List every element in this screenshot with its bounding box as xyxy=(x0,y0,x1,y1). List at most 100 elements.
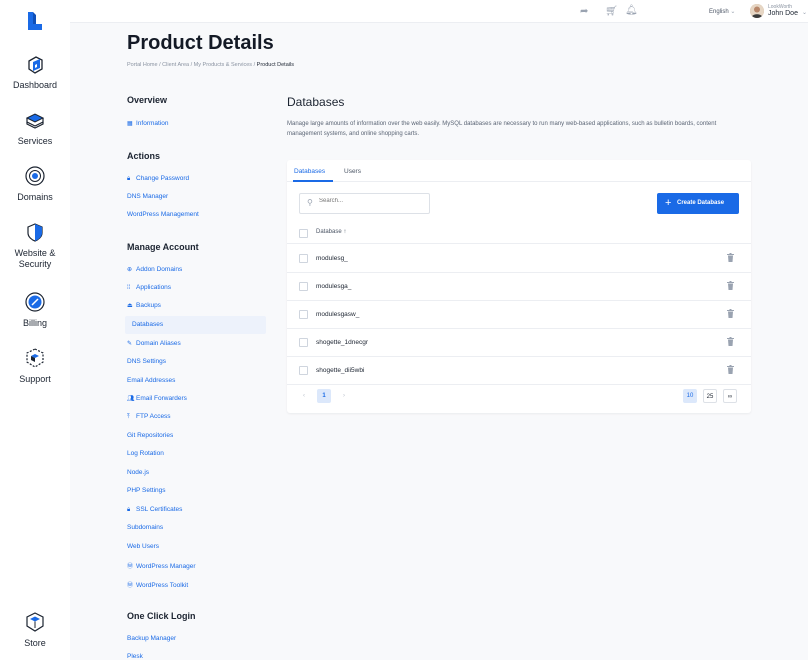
link-dns-settings[interactable]: DNS Settings xyxy=(127,358,166,365)
wordpress-icon: Ⓦ xyxy=(127,564,134,570)
link-domain-aliases[interactable]: ✎ Domain Aliases xyxy=(127,340,181,347)
trash-icon[interactable] xyxy=(727,281,734,290)
link-change-password[interactable]: 🔒︎ Change Password xyxy=(127,175,189,183)
page-size-all[interactable]: ∞ xyxy=(723,389,737,403)
link-wordpress-manager[interactable]: Ⓦ WordPress Manager xyxy=(127,561,196,570)
breadcrumb-client-area[interactable]: Client Area xyxy=(162,62,189,68)
nav-dashboard[interactable]: Dashboard xyxy=(0,53,70,91)
page-size-25[interactable]: 25 xyxy=(703,389,717,403)
nav-store[interactable]: Store xyxy=(0,611,70,649)
prev-page-button[interactable]: ‹ xyxy=(297,389,311,403)
link-email-forwarders[interactable]: 👥︎Email Forwarders xyxy=(127,395,187,402)
row-checkbox[interactable] xyxy=(299,366,308,375)
nav-services[interactable]: Services xyxy=(0,109,70,147)
database-name: modulesg_ xyxy=(316,255,348,262)
actions-title: Actions xyxy=(127,151,161,161)
trash-icon[interactable] xyxy=(727,365,734,374)
link-backup-manager[interactable]: Backup Manager xyxy=(127,635,176,642)
breadcrumb-portal-home[interactable]: Portal Home xyxy=(127,62,158,68)
database-name: shogette_dii5wbi xyxy=(316,367,365,374)
link-information[interactable]: ▦ Information xyxy=(127,120,169,127)
topbar: ➦ 🛒︎ 🔔︎ English ⌄ LookWorth John Doe ⌄ xyxy=(70,0,808,23)
link-wordpress-toolkit[interactable]: Ⓦ WordPress Toolkit xyxy=(127,580,188,589)
nav-domains[interactable]: Domains xyxy=(0,165,70,203)
lock-icon: 🔒︎ xyxy=(127,176,131,182)
database-name: shogette_1dnecgr xyxy=(316,339,369,346)
databases-section: Databases Manage large amounts of inform… xyxy=(287,95,751,413)
notification-bell-icon[interactable]: 🔔︎ xyxy=(625,5,638,16)
services-icon xyxy=(25,113,45,129)
select-all-checkbox[interactable] xyxy=(299,229,308,238)
databases-card: Databases Users ⚲ + Create Database Data… xyxy=(287,160,751,413)
support-icon xyxy=(26,348,44,368)
trash-icon[interactable] xyxy=(727,253,734,262)
link-ssl-certificates[interactable]: 🔒︎ SSL Certificates xyxy=(127,506,182,514)
upload-icon: ⤒ xyxy=(127,414,130,420)
page-size-10[interactable]: 10 xyxy=(683,389,697,403)
search-box[interactable]: ⚲ xyxy=(299,193,430,214)
breadcrumb-products-services[interactable]: My Products & Services xyxy=(194,62,252,68)
user-name[interactable]: John Doe xyxy=(768,10,798,17)
trash-icon[interactable] xyxy=(727,337,734,346)
overview-title: Overview xyxy=(127,95,168,105)
link-git-repositories[interactable]: Git Repositories xyxy=(127,432,173,439)
share-icon[interactable]: ➦ xyxy=(580,6,588,17)
link-email-addresses[interactable]: Email Addresses xyxy=(127,377,175,384)
user-avatar-icon xyxy=(750,4,764,18)
row-checkbox[interactable] xyxy=(299,338,308,347)
link-databases[interactable]: Databases xyxy=(125,316,266,334)
page-title: Product Details xyxy=(127,32,274,54)
nav-support[interactable]: Support xyxy=(0,347,70,385)
trash-icon[interactable] xyxy=(727,309,734,318)
nav-website-security[interactable]: Website & Security xyxy=(0,221,70,270)
store-icon xyxy=(26,612,44,632)
language-label: English xyxy=(709,9,729,15)
website-security-icon xyxy=(27,223,43,242)
page-1-button[interactable]: 1 xyxy=(317,389,331,403)
pagination: ‹ 1 › 10 25 ∞ xyxy=(287,385,751,407)
link-subdomains[interactable]: Subdomains xyxy=(127,524,163,531)
language-selector[interactable]: English ⌄ xyxy=(709,8,735,15)
manage-account-title: Manage Account xyxy=(127,242,199,252)
tab-databases[interactable]: Databases xyxy=(294,168,325,175)
user-menu-chevron-icon[interactable]: ⌄ xyxy=(802,9,807,16)
row-checkbox[interactable] xyxy=(299,282,308,291)
cart-icon[interactable]: 🛒︎ xyxy=(605,6,618,17)
link-nodejs[interactable]: Node.js xyxy=(127,469,149,476)
create-database-button[interactable]: + Create Database xyxy=(657,193,739,214)
link-php-settings[interactable]: PHP Settings xyxy=(127,487,166,494)
link-ftp-access[interactable]: ⤒ FTP Access xyxy=(127,413,171,421)
link-plesk[interactable]: Plesk xyxy=(127,653,143,660)
nav-website-security-label-2: Security xyxy=(18,259,52,269)
next-page-button[interactable]: › xyxy=(337,389,351,403)
nav-billing[interactable]: Billing xyxy=(0,291,70,329)
link-wordpress-manager-label: WordPress Manager xyxy=(136,563,196,570)
link-addon-domains[interactable]: ⊕ Addon Domains xyxy=(127,266,182,273)
nav-billing-label: Billing xyxy=(22,318,47,328)
link-email-forwarders-label: Email Forwarders xyxy=(136,395,187,402)
link-wordpress-management[interactable]: WordPress Management xyxy=(127,211,199,218)
info-grid-icon: ▦ xyxy=(127,121,133,127)
lock-icon: 🔒︎ xyxy=(127,507,131,513)
brand-logo[interactable] xyxy=(24,10,46,32)
active-tab-indicator xyxy=(293,180,333,182)
link-dns-manager[interactable]: DNS Manager xyxy=(127,193,168,200)
row-checkbox[interactable] xyxy=(299,310,308,319)
row-checkbox[interactable] xyxy=(299,254,308,263)
search-input[interactable] xyxy=(319,198,424,204)
apps-grid-icon: ⁞⁞ xyxy=(127,285,131,291)
table-row: shogette_dii5wbi xyxy=(287,357,751,385)
link-log-rotation[interactable]: Log Rotation xyxy=(127,450,164,457)
tabs: Databases Users xyxy=(287,160,751,182)
link-web-users[interactable]: Web Users xyxy=(127,543,159,550)
backup-icon: ⏏ xyxy=(127,303,133,309)
link-backups[interactable]: ⏏ Backups xyxy=(127,302,161,309)
column-database-sort[interactable]: Database ↑ xyxy=(316,229,346,235)
avatar[interactable] xyxy=(750,4,764,18)
tab-users[interactable]: Users xyxy=(344,168,361,175)
plus-icon: + xyxy=(665,197,672,209)
section-description: Manage large amounts of information over… xyxy=(287,121,717,137)
domains-icon xyxy=(25,166,45,186)
link-applications[interactable]: ⁞⁞ Applications xyxy=(127,284,171,291)
link-ftp-access-label: FTP Access xyxy=(136,413,171,420)
